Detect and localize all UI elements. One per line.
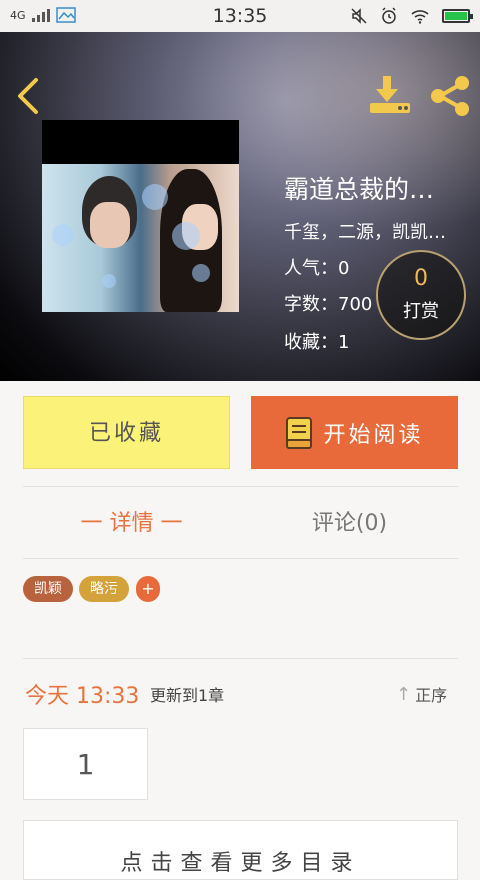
download-icon[interactable] <box>368 74 412 116</box>
divider <box>23 558 458 559</box>
start-reading-button[interactable]: 开始阅读 <box>251 396 458 469</box>
favorites-stat: 收藏：1 <box>284 332 350 353</box>
book-cover <box>42 120 239 312</box>
more-chapters-label: 点击查看更多目录 <box>120 851 361 876</box>
reward-button[interactable]: 0 打赏 <box>376 250 466 340</box>
book-icon <box>286 416 313 449</box>
word-count-stat: 字数：700 <box>284 294 373 315</box>
sort-order-button[interactable]: ↑ 正序 <box>396 682 447 706</box>
divider <box>23 658 458 659</box>
mute-icon <box>351 8 367 24</box>
wifi-icon <box>411 10 429 24</box>
book-title: 霸道总裁的… <box>284 175 435 204</box>
reward-count: 0 <box>414 266 428 291</box>
book-header: 霸道总裁的… 千玺，二源，凯凯… 人气：0 字数：700 收藏：1 0 打赏 <box>0 32 480 381</box>
back-arrow-icon[interactable] <box>12 74 44 118</box>
tag[interactable]: 略污 <box>79 576 129 602</box>
status-right <box>350 7 473 25</box>
tab-details[interactable]: 一 详情 一 <box>23 500 240 548</box>
share-icon[interactable] <box>428 74 472 118</box>
start-reading-label: 开始阅读 <box>323 422 424 448</box>
alarm-icon <box>382 7 396 24</box>
add-tag-button[interactable]: + <box>136 576 160 602</box>
reward-label: 打赏 <box>403 301 439 322</box>
favorite-button[interactable]: 已收藏 <box>23 396 230 469</box>
book-author: 千玺，二源，凯凯… <box>284 222 446 243</box>
chapter-item[interactable]: 1 <box>23 728 148 800</box>
arrow-up-icon: ↑ <box>396 683 412 705</box>
more-chapters-button[interactable]: 点击查看更多目录 <box>23 820 458 880</box>
tab-comments[interactable]: 评论(0) <box>241 500 458 548</box>
battery-icon <box>442 9 473 23</box>
update-time: 今天 13:33 <box>25 684 140 709</box>
sort-label: 正序 <box>415 686 448 705</box>
status-bar: 4G 13:35 <box>0 0 480 32</box>
tag[interactable]: 凯颖 <box>23 576 73 602</box>
divider <box>23 486 458 487</box>
popularity-stat: 人气：0 <box>284 258 350 279</box>
cover-image <box>42 164 239 312</box>
update-info: 更新到1章 <box>150 686 225 705</box>
